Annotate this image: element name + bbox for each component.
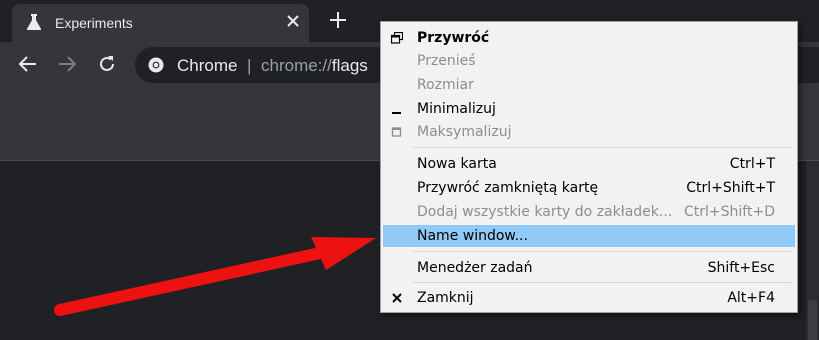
menu-item-label: Dodaj wszystkie karty do zakładek... bbox=[417, 204, 673, 220]
omnibox-divider: | bbox=[247, 56, 252, 75]
restore-icon bbox=[391, 32, 403, 44]
url-text: chrome://flags bbox=[261, 56, 368, 76]
flask-icon bbox=[26, 14, 42, 30]
menu-item-shortcut: Alt+F4 bbox=[727, 290, 775, 306]
forward-arrow-icon[interactable] bbox=[56, 53, 78, 75]
chrome-logo-icon bbox=[148, 57, 164, 73]
site-label: Chrome bbox=[177, 56, 238, 75]
tab-title: Experiments bbox=[55, 15, 133, 31]
menu-item-new-tab[interactable]: Nowa karta Ctrl+T bbox=[381, 153, 797, 175]
menu-item-label: Maksymalizuj bbox=[417, 124, 512, 140]
menu-item-size[interactable]: Rozmiar bbox=[381, 74, 797, 96]
menu-item-label: Name window... bbox=[417, 228, 528, 244]
menu-item-label: Rozmiar bbox=[417, 77, 474, 93]
maximize-icon bbox=[391, 127, 402, 137]
reload-icon[interactable] bbox=[96, 53, 118, 75]
menu-item-move[interactable]: Przenieś bbox=[381, 50, 797, 72]
minimize-icon bbox=[392, 112, 401, 114]
menu-item-shortcut: Ctrl+Shift+D bbox=[684, 204, 775, 220]
menu-item-close[interactable]: Zamknij Alt+F4 bbox=[381, 287, 797, 309]
menu-item-restore[interactable]: Przywróć bbox=[381, 27, 797, 49]
back-arrow-icon[interactable] bbox=[17, 53, 39, 75]
close-tab-icon[interactable] bbox=[282, 10, 304, 32]
menu-separator bbox=[413, 147, 791, 148]
menu-item-task-manager[interactable]: Menedżer zadań Shift+Esc bbox=[381, 257, 797, 279]
menu-item-shortcut: Shift+Esc bbox=[707, 260, 775, 276]
menu-item-label: Przywróć zamkniętą kartę bbox=[417, 180, 599, 196]
scrollbar-thumb[interactable] bbox=[808, 300, 817, 340]
menu-item-name-window[interactable]: Name window... bbox=[383, 225, 795, 247]
window-context-menu: Przywróć Przenieś Rozmiar Minimalizuj Ma… bbox=[380, 21, 798, 313]
menu-item-bookmark-all-tabs[interactable]: Dodaj wszystkie karty do zakładek... Ctr… bbox=[381, 201, 797, 223]
menu-item-label: Przenieś bbox=[417, 53, 476, 69]
menu-item-label: Przywróć bbox=[417, 30, 490, 46]
menu-item-label: Zamknij bbox=[417, 290, 474, 306]
menu-item-label: Minimalizuj bbox=[417, 101, 496, 117]
url-host: flags bbox=[331, 56, 368, 75]
new-tab-icon[interactable] bbox=[327, 9, 349, 31]
menu-separator bbox=[413, 282, 791, 283]
menu-separator bbox=[413, 251, 791, 252]
menu-item-maximize[interactable]: Maksymalizuj bbox=[381, 121, 797, 143]
menu-item-label: Menedżer zadań bbox=[417, 260, 533, 276]
url-scheme: chrome:// bbox=[261, 56, 332, 75]
close-x-icon bbox=[392, 293, 402, 303]
menu-item-shortcut: Ctrl+T bbox=[729, 156, 775, 172]
menu-item-label: Nowa karta bbox=[417, 156, 497, 172]
menu-item-reopen-closed-tab[interactable]: Przywróć zamkniętą kartę Ctrl+Shift+T bbox=[381, 177, 797, 199]
menu-item-shortcut: Ctrl+Shift+T bbox=[686, 180, 775, 196]
tab-experiments[interactable]: Experiments bbox=[12, 4, 309, 42]
menu-item-minimize[interactable]: Minimalizuj bbox=[381, 98, 797, 120]
